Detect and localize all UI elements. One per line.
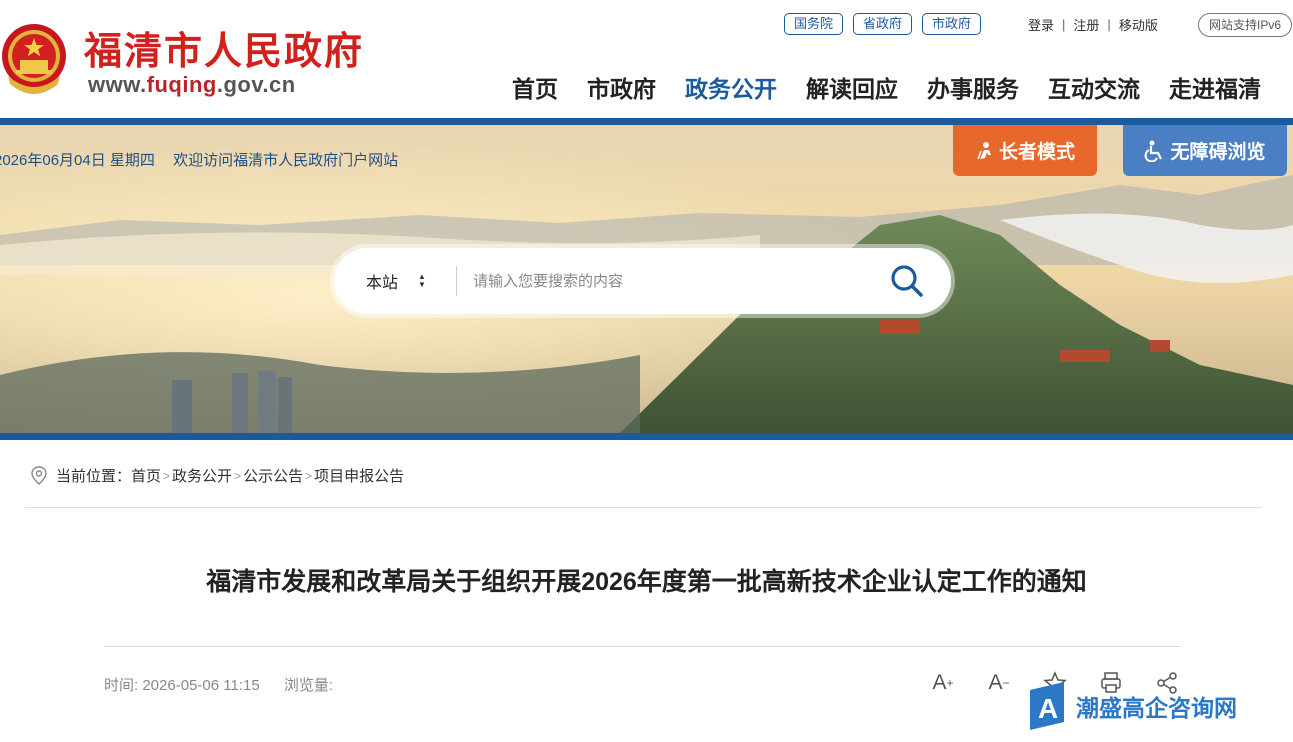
ipv6-badge: 网站支持IPv6 xyxy=(1198,13,1293,37)
breadcrumb-divider xyxy=(25,507,1262,508)
elder-mode-label: 长者模式 xyxy=(998,142,1075,163)
breadcrumb-item-home[interactable]: 首页 xyxy=(131,465,161,486)
article-divider xyxy=(104,646,1181,647)
banner: 2026年06月04日 星期四 欢迎访问福清市人民政府门户网站 长者模式 无障碍… xyxy=(0,125,1293,433)
top-links: 国务院 省政府 市政府 xyxy=(784,13,982,35)
elder-icon xyxy=(977,141,991,159)
breadcrumb-separator: > xyxy=(305,468,313,483)
nav-item-services[interactable]: 办事服务 xyxy=(927,70,1019,104)
location-pin-icon xyxy=(31,465,47,485)
current-date: 2026年06月04日 星期四 xyxy=(0,152,155,169)
nav-item-government-affairs[interactable]: 政务公开 xyxy=(685,70,777,104)
breadcrumb-item-government-affairs[interactable]: 政务公开 xyxy=(172,465,232,486)
register-link[interactable]: 注册 xyxy=(1073,15,1099,34)
breadcrumb-separator: > xyxy=(234,468,242,483)
search-scope-select[interactable]: 本站 ▲ ▼ xyxy=(334,269,456,293)
nav-item-about-fuqing[interactable]: 走进福清 xyxy=(1169,70,1261,104)
breadcrumb-item-announcements[interactable]: 公示公告 xyxy=(243,465,303,486)
publish-time-value: 2026-05-06 11:15 xyxy=(142,677,260,694)
article-title: 福清市发展和改革局关于组织开展2026年度第一批高新技术企业认定工作的通知 xyxy=(206,568,1087,596)
main-nav: 首页 市政府 政务公开 解读回应 办事服务 互动交流 走进福清 xyxy=(512,70,1261,104)
search-input[interactable] xyxy=(473,272,873,290)
search-box: 本站 ▲ ▼ xyxy=(334,248,951,314)
site-url[interactable]: www.fuqing.gov.cn xyxy=(88,72,296,98)
font-decrease-icon[interactable]: A − xyxy=(984,668,1014,698)
wheelchair-icon xyxy=(1145,140,1163,162)
banner-bottom-bar xyxy=(0,433,1293,440)
site-title[interactable]: 福清市人民政府 xyxy=(84,20,364,75)
welcome-message: 欢迎访问福清市人民政府门户网站 xyxy=(173,152,399,169)
publish-time-label: 时间: xyxy=(104,677,139,694)
separator: | xyxy=(1107,17,1111,32)
breadcrumb: 当前位置： 首页 > 政务公开 > 公示公告 > 项目申报公告 xyxy=(30,465,404,486)
watermark-logo-icon: A xyxy=(1030,682,1064,730)
views-label: 浏览量: xyxy=(283,677,334,694)
watermark-text: 潮盛高企咨询网 xyxy=(1076,695,1237,722)
accessibility-button[interactable]: 无障碍浏览 xyxy=(1123,125,1287,176)
login-link[interactable]: 登录 xyxy=(1028,15,1054,34)
watermark: A 潮盛高企咨询网 xyxy=(1026,680,1237,732)
svg-text:A: A xyxy=(1038,693,1058,724)
welcome-bar: 2026年06月04日 星期四 欢迎访问福清市人民政府门户网站 xyxy=(0,149,398,170)
top-link-city[interactable]: 市政府 xyxy=(922,13,982,35)
top-link-province[interactable]: 省政府 xyxy=(853,13,913,35)
font-increase-icon[interactable]: A + xyxy=(928,668,958,698)
site-header: 福清市人民政府 www.fuqing.gov.cn 国务院 省政府 市政府 登录… xyxy=(0,0,1293,118)
mobile-version-link[interactable]: 移动版 xyxy=(1119,15,1158,34)
nav-item-home[interactable]: 首页 xyxy=(512,70,558,104)
national-emblem-icon xyxy=(2,24,66,94)
breadcrumb-separator: > xyxy=(163,468,171,483)
search-scope-value: 本站 xyxy=(366,275,399,292)
breadcrumb-prefix: 当前位置： xyxy=(56,468,132,485)
search-divider xyxy=(456,266,457,296)
article-meta: 时间: 2026-05-06 11:15 浏览量: xyxy=(104,674,333,695)
nav-item-city-government[interactable]: 市政府 xyxy=(587,70,656,104)
separator: | xyxy=(1062,17,1066,32)
nav-item-interaction[interactable]: 互动交流 xyxy=(1048,70,1140,104)
breadcrumb-item-project-announcements[interactable]: 项目申报公告 xyxy=(314,465,404,486)
elder-mode-button[interactable]: 长者模式 xyxy=(953,125,1097,176)
banner-top-bar xyxy=(0,118,1293,125)
search-icon[interactable] xyxy=(889,263,925,299)
sort-arrows-icon: ▲ ▼ xyxy=(418,272,426,289)
accessibility-label: 无障碍浏览 xyxy=(1170,142,1266,163)
top-link-state-council[interactable]: 国务院 xyxy=(784,13,844,35)
nav-item-interpretation[interactable]: 解读回应 xyxy=(806,70,898,104)
user-links: 登录 | 注册 | 移动版 xyxy=(1028,15,1158,34)
